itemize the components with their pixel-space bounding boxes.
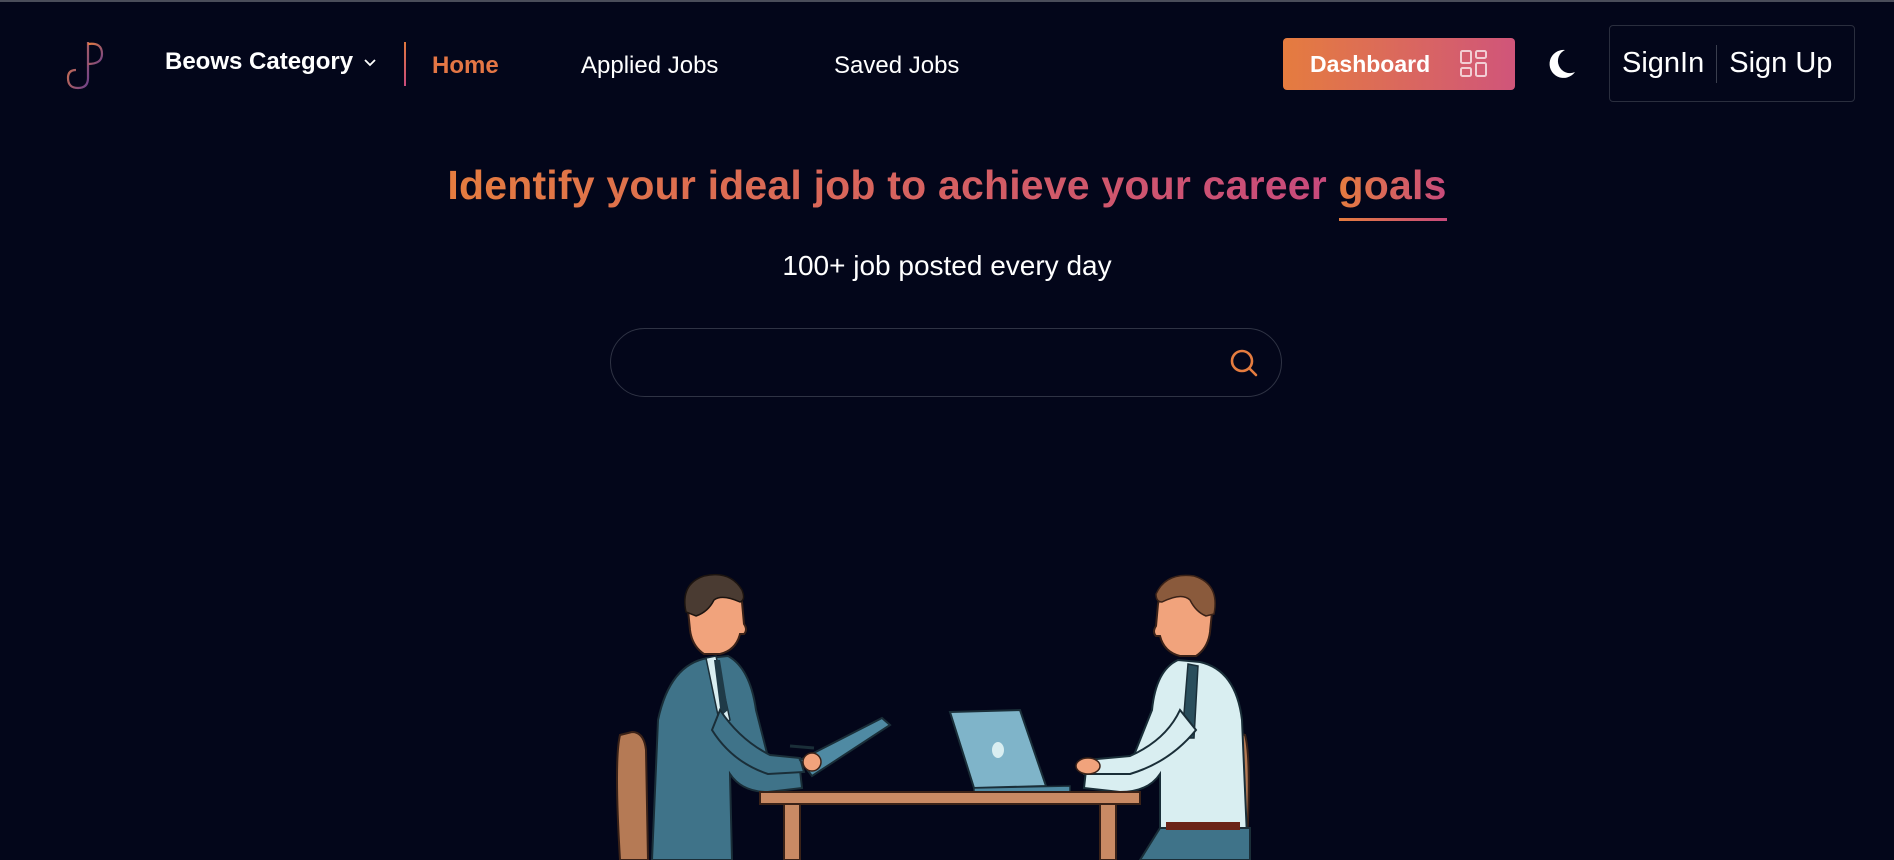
auth-links: SignIn Sign Up	[1609, 25, 1855, 102]
search-icon[interactable]	[1228, 347, 1260, 379]
headline-highlight: goals	[1338, 162, 1447, 221]
signup-link[interactable]: Sign Up	[1717, 47, 1844, 80]
chevron-down-icon	[364, 59, 376, 67]
dashboard-label: Dashboard	[1310, 50, 1431, 77]
category-dropdown[interactable]: Beows Category	[165, 48, 377, 76]
headline-main: Identify your ideal job to achieve your …	[447, 162, 1327, 208]
interview-illustration	[616, 573, 1251, 860]
search-bar	[610, 328, 1282, 397]
nav-divider	[404, 42, 406, 86]
grid-icon	[1460, 50, 1488, 77]
nav-saved-jobs-link[interactable]: Saved Jobs	[834, 52, 959, 80]
search-input[interactable]	[635, 329, 1215, 396]
category-label: Beows Category	[165, 48, 354, 75]
window-top-border	[0, 0, 1894, 2]
moon-icon[interactable]	[1543, 46, 1579, 82]
dashboard-button[interactable]: Dashboard	[1283, 38, 1515, 90]
hero-subtitle: 100+ job posted every day	[782, 250, 1112, 281]
hero-headline: Identify your ideal job to achieve your …	[0, 162, 1894, 221]
nav-applied-jobs-link[interactable]: Applied Jobs	[581, 52, 718, 80]
nav-home-link[interactable]: Home	[432, 52, 499, 80]
signin-link[interactable]: SignIn	[1610, 47, 1716, 80]
logo-icon[interactable]	[58, 38, 110, 90]
